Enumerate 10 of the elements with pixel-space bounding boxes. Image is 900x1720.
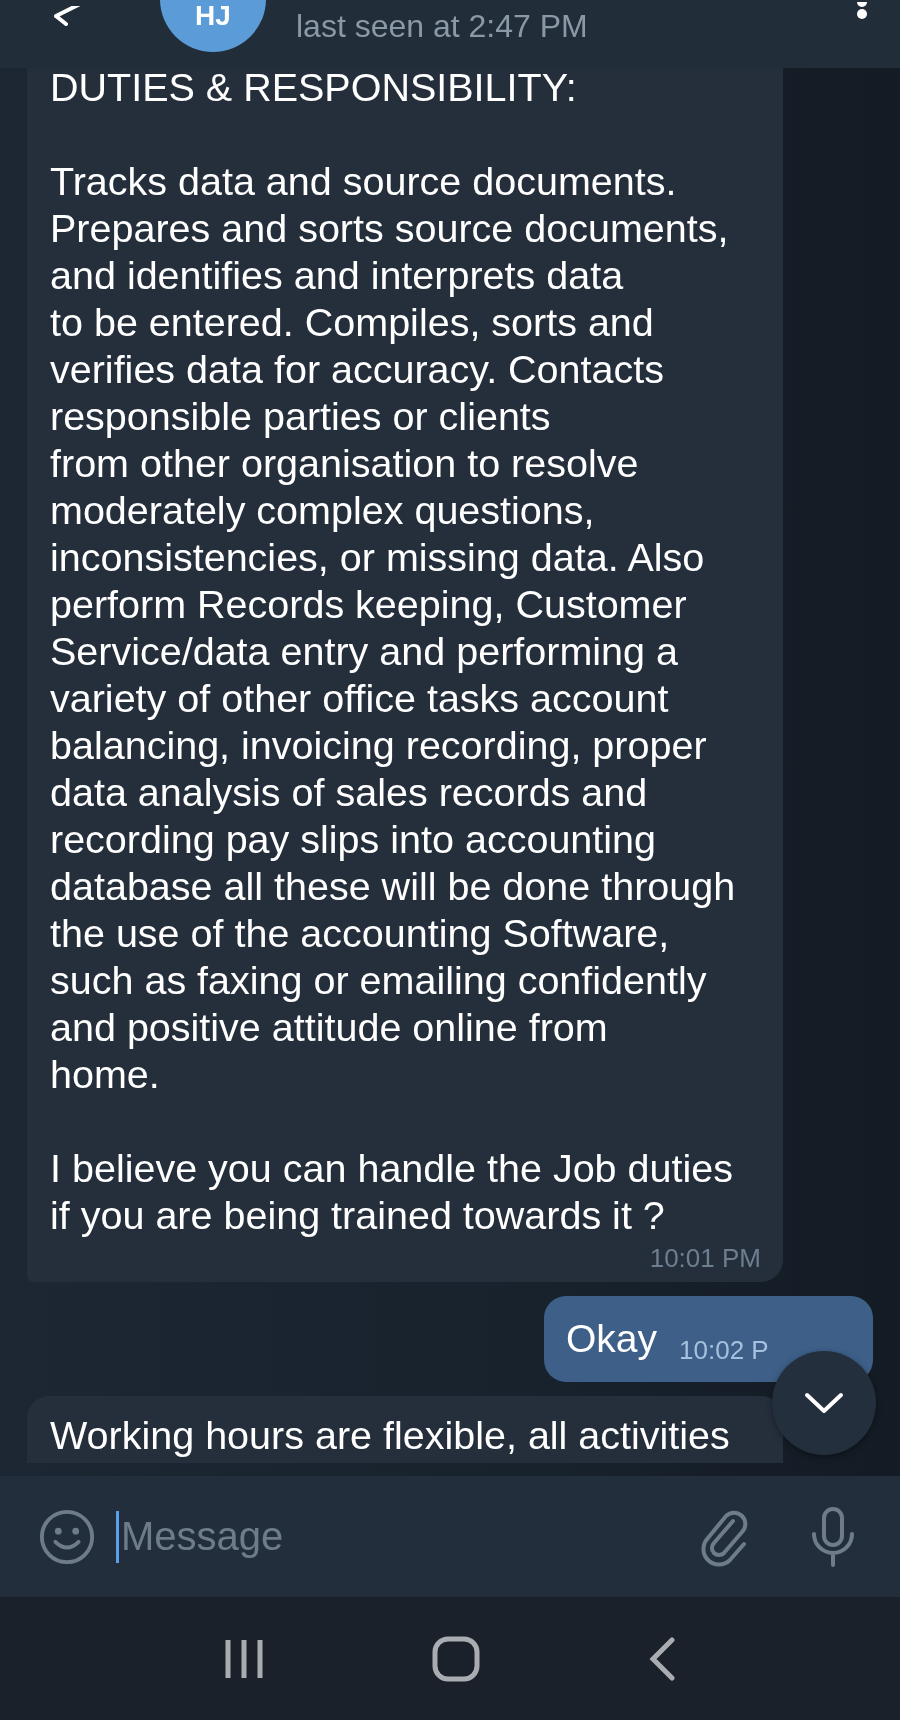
avatar[interactable]: HJ <box>160 0 266 52</box>
message-text: Working hours are flexible, all activities <box>50 1412 731 1459</box>
message-time: 10:01 PM <box>648 1243 761 1274</box>
message-text: DUTIES & RESPONSIBILITY: Tracks data and source documents. Prepares and sorts source documents, and identifies and interprets data to be entered. Compiles, sorts and verifies data for accuracy. Contacts responsible parties or clients from other organisation to resolve moderately complex questions, inconsistencies, or missing data. Also perform Records keeping, Customer Service/data entry and performing a variety of other office tasks account balancing, invoicing recording, proper data analysis of sales records and recording pay slips into accounting database all these will be done through the use of the accounting Software, such as faxing or emailing confidently and positive attitude online from home. I believe you can handle the Job duties if you are being trained towards it ? <box>50 68 737 1239</box>
message-bar[interactable]: Message <box>0 1476 900 1597</box>
message-text: Okay <box>566 1317 658 1361</box>
last-seen-status: last seen at 2:47 PM <box>296 8 588 45</box>
message-time: 10:02 P <box>679 1334 769 1366</box>
message-input[interactable]: Message <box>116 1510 680 1563</box>
avatar-initials: HJ <box>195 0 231 32</box>
